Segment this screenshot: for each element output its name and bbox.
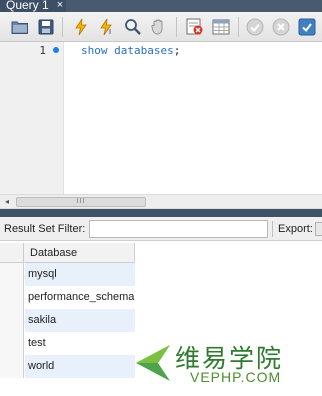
line-gutter: 1 [0, 42, 64, 194]
editor-horizontal-scrollbar[interactable]: ◂ III [0, 194, 322, 209]
row-marker [0, 309, 24, 332]
autocommit-toggle-icon [298, 18, 316, 36]
line-number: 1 [39, 44, 46, 57]
watermark-arrow-icon [136, 345, 170, 381]
scroll-left-arrow-icon[interactable]: ◂ [2, 197, 12, 207]
table-row[interactable]: sakila [0, 309, 135, 332]
result-filter-bar: Result Set Filter: Export: [0, 217, 322, 241]
watermark-logo: 维易学院 VEPHP.COM [130, 335, 320, 390]
save-button[interactable] [35, 16, 57, 38]
tab-strip: Query 1 × [0, 0, 322, 12]
commit-button[interactable] [244, 16, 266, 38]
stop-button[interactable] [148, 16, 170, 38]
result-grid-toggle[interactable] [210, 16, 232, 38]
execute-button[interactable] [70, 16, 92, 38]
row-marker [0, 355, 24, 378]
sql-editor[interactable]: 1 show databases; [0, 42, 322, 194]
panel-splitter[interactable] [0, 209, 322, 217]
execute-lightning-icon [75, 18, 87, 36]
watermark-site-text: VEPHP.COM [190, 369, 282, 385]
rollback-button[interactable] [270, 16, 292, 38]
explain-magnifier-icon [125, 19, 141, 35]
statement-marker-icon [53, 47, 59, 53]
export-label: Export: [278, 223, 313, 235]
open-file-button[interactable] [9, 16, 31, 38]
cell-database[interactable]: performance_schema [25, 286, 135, 309]
toolbar-separator [62, 17, 63, 37]
toolbar-separator [238, 17, 239, 37]
export-button-icon[interactable] [315, 222, 322, 236]
svg-text:I: I [109, 28, 111, 36]
toggle-stop-on-error-icon [186, 18, 203, 35]
commit-check-icon [246, 18, 264, 36]
toolbar-separator [176, 17, 177, 37]
filter-label: Result Set Filter: [4, 223, 86, 235]
cell-database[interactable]: mysql [25, 263, 135, 286]
cell-database[interactable]: sakila [25, 309, 135, 332]
sql-terminator: ; [173, 44, 181, 57]
filter-separator [272, 221, 273, 237]
workbench-window: Query 1 × I 1 show databases; ◂ III Resu… [0, 0, 322, 396]
close-tab-button[interactable]: × [54, 0, 66, 12]
execute-current-button[interactable]: I [96, 16, 118, 38]
explain-button[interactable] [122, 16, 144, 38]
sql-toolbar: I [0, 12, 322, 42]
grid-header: Database [0, 243, 135, 263]
open-file-icon [11, 21, 28, 34]
sql-keyword: show databases [81, 44, 174, 57]
result-filter-input[interactable] [89, 220, 268, 238]
code-line[interactable]: show databases; [81, 44, 180, 57]
row-marker [0, 286, 24, 309]
row-marker [0, 263, 24, 286]
execute-current-icon: I [100, 18, 112, 36]
tab-label: Query 1 [6, 0, 49, 12]
cell-database[interactable]: world [25, 355, 135, 378]
column-header-database[interactable]: Database [30, 247, 77, 259]
toggle-result-grid-icon [212, 19, 230, 35]
table-row[interactable]: performance_schema [0, 286, 135, 309]
table-row[interactable]: test [0, 332, 135, 355]
cell-database[interactable]: test [25, 332, 135, 355]
table-row[interactable]: mysql [0, 263, 135, 286]
table-row[interactable]: world [0, 355, 135, 378]
scrollbar-thumb[interactable]: III [16, 197, 146, 207]
grid-corner [0, 243, 24, 263]
rollback-cancel-icon [272, 18, 290, 36]
autocommit-button[interactable] [296, 16, 318, 38]
save-icon [38, 19, 54, 35]
stop-on-error-toggle[interactable] [184, 16, 206, 38]
row-marker [0, 332, 24, 355]
stop-hand-icon [151, 19, 163, 35]
